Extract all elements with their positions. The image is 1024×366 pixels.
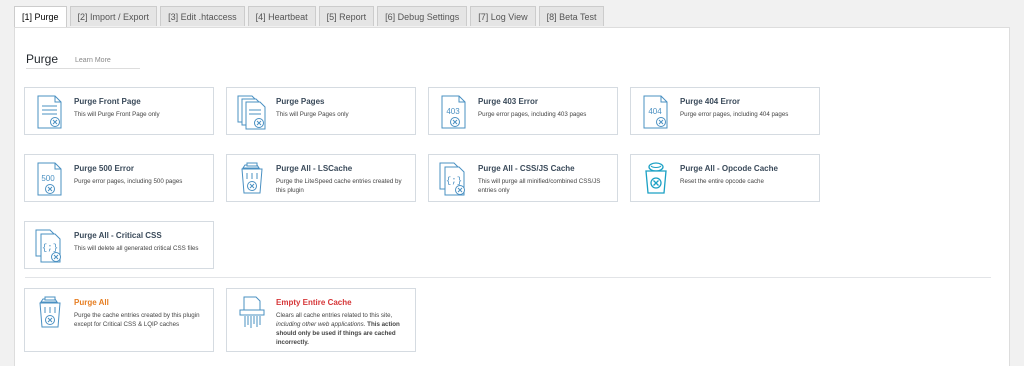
tab-beta-test[interactable]: [8] Beta Test xyxy=(538,6,605,26)
card-title: Purge 404 Error xyxy=(680,97,741,106)
card-title: Purge All - LSCache xyxy=(276,164,353,173)
card-title: Purge Pages xyxy=(276,97,325,106)
tab-bar: [1] Purge [2] Import / Export [3] Edit .… xyxy=(14,6,605,29)
purge-front-page-button[interactable]: Purge Front Page This will Purge Front P… xyxy=(24,87,214,135)
empty-entire-cache-button[interactable]: Empty Entire Cache Clears all cache entr… xyxy=(226,288,416,352)
description-text: Clears all cache entries related to this… xyxy=(276,312,393,319)
card-description: Purge error pages, including 500 pages xyxy=(74,178,183,185)
error-404-icon: 404 xyxy=(641,94,671,130)
tab-edit-htaccess[interactable]: [3] Edit .htaccess xyxy=(160,6,245,26)
card-title: Purge All xyxy=(74,298,109,307)
tab-debug-settings[interactable]: [6] Debug Settings xyxy=(377,6,468,26)
card-description: Purge the LiteSpeed cache entries create… xyxy=(276,178,402,194)
card-description: This will purge all minified/combined CS… xyxy=(478,178,601,194)
description-emphasis: including other web applications. xyxy=(276,321,366,328)
title-underline xyxy=(26,68,140,69)
opcode-icon xyxy=(641,161,671,197)
purge-all-critical-css-button[interactable]: {;} Purge All - Critical CSS This will d… xyxy=(24,221,214,269)
card-title: Empty Entire Cache xyxy=(276,298,352,307)
card-description: Clears all cache entries related to this… xyxy=(276,311,411,347)
card-title: Purge All - Opcode Cache xyxy=(680,164,778,173)
error-code-label: 403 xyxy=(446,107,460,116)
purge-panel: Purge Learn More Purge Front Page This w… xyxy=(14,27,1010,366)
purge-all-css-js-cache-button[interactable]: {;} Purge All - CSS/JS Cache This will p… xyxy=(428,154,618,202)
section-title: Purge xyxy=(26,52,59,66)
card-description: Purge the cache entries created by this … xyxy=(74,312,200,328)
purge-all-opcode-cache-button[interactable]: Purge All - Opcode Cache Reset the entir… xyxy=(630,154,820,202)
card-title: Purge All - Critical CSS xyxy=(74,231,162,240)
tab-heartbeat[interactable]: [4] Heartbeat xyxy=(247,6,316,26)
trash-can-icon xyxy=(35,295,65,331)
shredder-icon xyxy=(237,295,267,331)
card-title: Purge All - CSS/JS Cache xyxy=(478,164,575,173)
error-code-label: 404 xyxy=(648,107,662,116)
svg-text:{;}: {;} xyxy=(42,243,58,253)
critical-css-icon: {;} xyxy=(35,228,65,264)
card-description: Purge error pages, including 403 pages xyxy=(478,111,587,118)
card-title: Purge 403 Error xyxy=(478,97,539,106)
tab-log-view[interactable]: [7] Log View xyxy=(470,6,536,26)
purge-front-page-icon xyxy=(35,94,65,130)
purge-404-error-button[interactable]: 404 Purge 404 Error Purge error pages, i… xyxy=(630,87,820,135)
purge-500-error-button[interactable]: 500 Purge 500 Error Purge error pages, i… xyxy=(24,154,214,202)
purge-pages-icon xyxy=(237,94,267,130)
trash-can-icon xyxy=(237,161,267,197)
css-js-icon: {;} xyxy=(439,161,469,197)
tab-import-export[interactable]: [2] Import / Export xyxy=(69,6,158,26)
svg-text:{;}: {;} xyxy=(446,176,462,186)
section-divider xyxy=(25,277,991,278)
card-description: Purge error pages, including 404 pages xyxy=(680,111,789,118)
tab-purge[interactable]: [1] Purge xyxy=(14,6,67,29)
card-description: This will Purge Pages only xyxy=(276,111,349,118)
card-description: This will Purge Front Page only xyxy=(74,111,160,118)
purge-all-button[interactable]: Purge All Purge the cache entries create… xyxy=(24,288,214,352)
card-description: Reset the entire opcode cache xyxy=(680,178,764,185)
card-title: Purge 500 Error xyxy=(74,164,135,173)
purge-all-lscache-button[interactable]: Purge All - LSCache Purge the LiteSpeed … xyxy=(226,154,416,202)
card-title: Purge Front Page xyxy=(74,97,141,106)
purge-403-error-button[interactable]: 403 Purge 403 Error Purge error pages, i… xyxy=(428,87,618,135)
error-500-icon: 500 xyxy=(35,161,65,197)
purge-pages-button[interactable]: Purge Pages This will Purge Pages only xyxy=(226,87,416,135)
error-code-label: 500 xyxy=(41,174,55,183)
tab-report[interactable]: [5] Report xyxy=(318,6,375,26)
error-403-icon: 403 xyxy=(439,94,469,130)
learn-more-link[interactable]: Learn More xyxy=(75,57,111,64)
card-description: This will delete all generated critical … xyxy=(74,245,199,252)
